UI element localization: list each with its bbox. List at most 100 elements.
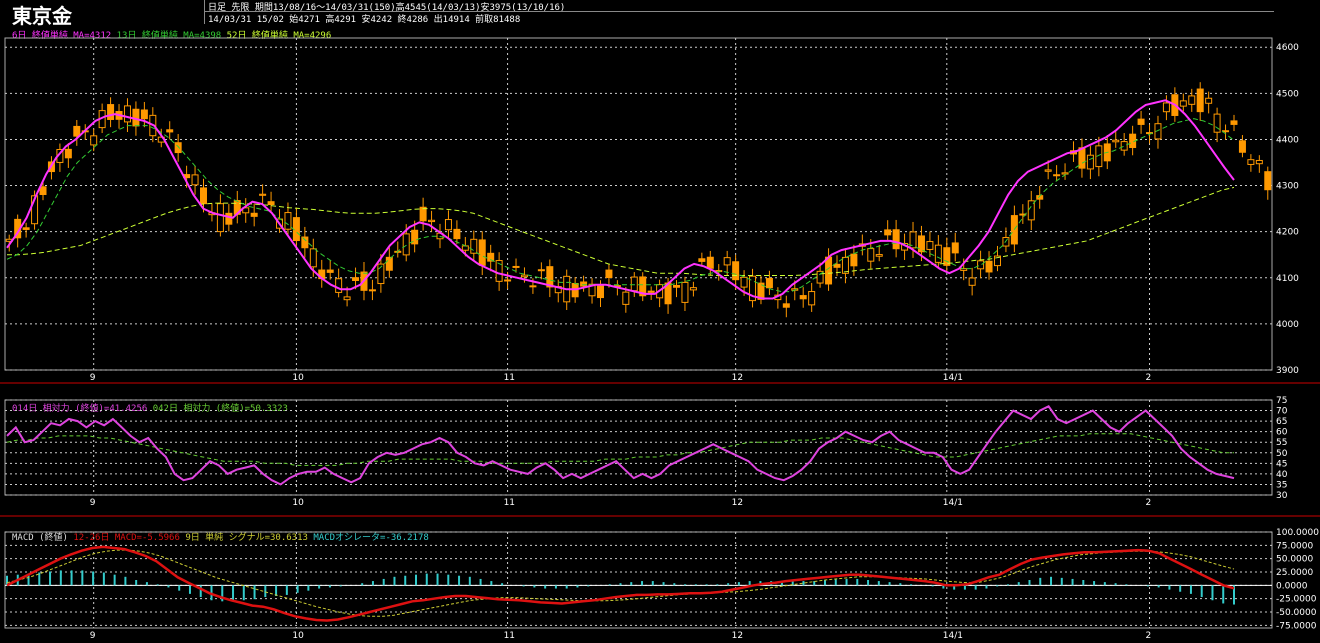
candle-body bbox=[1078, 147, 1086, 169]
candle-body bbox=[580, 281, 588, 287]
x-tick-label: 2 bbox=[1146, 498, 1152, 508]
candle-body bbox=[892, 229, 900, 250]
candle-body bbox=[444, 219, 452, 231]
candle-body bbox=[512, 265, 520, 268]
candle-body bbox=[825, 256, 833, 285]
candle-body bbox=[292, 217, 300, 242]
candle-body bbox=[1086, 154, 1094, 170]
candle-body bbox=[478, 239, 486, 266]
chart-canvas: 3900 4000 4100 4200 4300 4400 4500 4600 9 10 11 12 1… bbox=[0, 37, 1320, 641]
candle-body bbox=[250, 212, 258, 217]
candle-body bbox=[470, 238, 478, 254]
candle-body bbox=[723, 257, 731, 266]
candle-body bbox=[368, 289, 376, 292]
candle-body bbox=[191, 174, 199, 186]
candle-body bbox=[732, 261, 740, 281]
candle-body bbox=[461, 245, 469, 251]
y-tick-label: 100.0000 bbox=[1276, 528, 1319, 538]
x-tick-label: 9 bbox=[90, 498, 96, 508]
x-tick-label: 12 bbox=[732, 498, 743, 508]
y-tick-label: 25.0000 bbox=[1276, 568, 1313, 578]
x-tick-label: 2 bbox=[1146, 631, 1152, 641]
candle-body bbox=[850, 253, 858, 267]
x-tick-label: 10 bbox=[292, 373, 304, 383]
y-tick-label: 4400 bbox=[1276, 135, 1299, 145]
candle-body bbox=[22, 227, 30, 230]
candle-body bbox=[64, 148, 72, 159]
ma13-line bbox=[6, 118, 1235, 293]
candle-body bbox=[689, 287, 697, 291]
candle-body bbox=[647, 290, 655, 293]
candle-body bbox=[453, 228, 461, 240]
candle-body bbox=[385, 256, 393, 271]
candle-body bbox=[1196, 88, 1204, 113]
candle-body bbox=[985, 260, 993, 273]
x-tick-label: 2 bbox=[1146, 373, 1152, 383]
candle-body bbox=[1162, 102, 1170, 113]
candle-body bbox=[630, 276, 638, 292]
candle-body bbox=[841, 256, 849, 274]
y-tick-label: -50.0000 bbox=[1276, 608, 1317, 618]
candle-body bbox=[1112, 139, 1120, 143]
y-tick-label: 4500 bbox=[1276, 89, 1299, 99]
y-tick-label: 70 bbox=[1276, 407, 1288, 417]
y-tick-label: 4100 bbox=[1276, 274, 1299, 284]
candle-body bbox=[1188, 95, 1196, 105]
candle-body bbox=[926, 241, 934, 250]
y-tick-label: 0.0000 bbox=[1276, 581, 1308, 591]
candle-body bbox=[1255, 159, 1263, 165]
candle-body bbox=[123, 105, 131, 123]
candle-body bbox=[73, 125, 81, 137]
x-tick-label: 11 bbox=[504, 373, 515, 383]
candle-body bbox=[884, 229, 892, 236]
candle-body bbox=[605, 269, 613, 279]
candle-body bbox=[917, 235, 925, 253]
candle-body bbox=[529, 285, 537, 288]
x-tick-label: 11 bbox=[504, 498, 515, 508]
candle-body bbox=[225, 212, 233, 225]
candle-body bbox=[504, 279, 512, 282]
ma6-line bbox=[6, 99, 1235, 300]
candle-body bbox=[326, 269, 334, 273]
candle-body bbox=[1120, 141, 1128, 151]
candle-body bbox=[833, 263, 841, 268]
candle-body bbox=[1238, 140, 1246, 153]
y-tick-label: 75 bbox=[1276, 396, 1287, 406]
y-tick-label: 65 bbox=[1276, 417, 1287, 427]
candle-body bbox=[259, 193, 267, 196]
candle-body bbox=[301, 236, 309, 249]
candle-body bbox=[166, 129, 174, 133]
candle-body bbox=[934, 244, 942, 263]
candle-body bbox=[951, 242, 959, 254]
x-tick-label: 11 bbox=[504, 631, 515, 641]
candle-body bbox=[867, 248, 875, 262]
x-tick-label: 14/1 bbox=[943, 631, 963, 641]
candle-body bbox=[267, 201, 275, 206]
y-tick-label: 4600 bbox=[1276, 43, 1299, 53]
candle-body bbox=[673, 284, 681, 288]
x-tick-label: 10 bbox=[292, 631, 304, 641]
x-tick-label: 9 bbox=[90, 631, 96, 641]
candle-body bbox=[284, 212, 292, 230]
candle-body bbox=[1044, 169, 1052, 172]
panel-frame bbox=[4, 37, 1273, 371]
y-tick-label: 60 bbox=[1276, 428, 1288, 438]
candle-body bbox=[1264, 171, 1272, 191]
candle-body bbox=[1230, 120, 1238, 125]
y-tick-label: 50.0000 bbox=[1276, 555, 1313, 565]
x-tick-label: 14/1 bbox=[943, 498, 963, 508]
candle-body bbox=[343, 296, 351, 301]
y-tick-label: 40 bbox=[1276, 470, 1288, 480]
candle-body bbox=[596, 285, 604, 299]
y-tick-label: 30 bbox=[1276, 491, 1288, 501]
candle-body bbox=[199, 187, 207, 205]
y-tick-label: 3900 bbox=[1276, 366, 1299, 376]
candle-body bbox=[765, 278, 773, 289]
rsi42-line bbox=[6, 433, 1234, 466]
candle-body bbox=[107, 104, 115, 120]
y-tick-label: 50 bbox=[1276, 449, 1288, 459]
candle-body bbox=[520, 274, 528, 278]
y-tick-label: 45 bbox=[1276, 459, 1287, 469]
candle-body bbox=[782, 303, 790, 308]
y-tick-label: 4200 bbox=[1276, 228, 1299, 238]
